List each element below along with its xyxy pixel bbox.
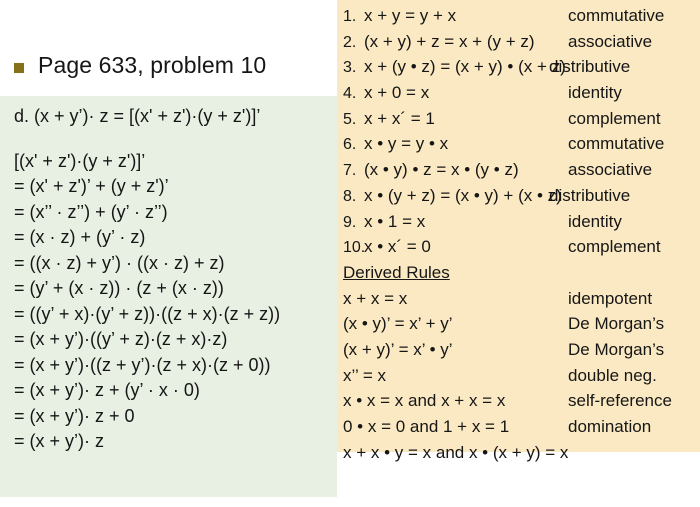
axiom-number: 1. [343, 8, 357, 25]
problem-statement: d. (x + y’)· z = [(x' + z')·(y + z')]’ [14, 106, 261, 126]
rules-reference-panel: 1. x + y = y + x commutative 2. (x + y) … [337, 0, 700, 462]
axiom-row: 1. x + y = y + x commutative [337, 3, 700, 29]
derived-rules-heading-label: Derived Rules [343, 262, 450, 282]
axiom-law-name: identity [568, 83, 622, 103]
axiom-law-name: distributive [549, 57, 631, 77]
derived-rule-row: (x • y)’ = x’ + y’ De Morgan’s [337, 311, 700, 337]
axiom-law-name: identity [568, 211, 622, 231]
axiom-expression: x • (y + z) = (x • y) + (x • z) [364, 185, 562, 205]
derivation-line: = (x · z) + (y’ · z) [14, 227, 146, 247]
derived-rule-name: De Morgan’s [568, 314, 665, 334]
axiom-law-name: distributive [549, 185, 631, 205]
worked-solution-panel: d. (x + y’)· z = [(x' + z')·(y + z')]’ [… [0, 96, 337, 497]
axiom-number: 3. [343, 59, 357, 77]
axiom-number: 6. [343, 136, 357, 154]
derived-rule-expression: x + x • y = x and x • (x + y) = x [343, 442, 569, 462]
derived-rules-heading: Derived Rules [337, 260, 700, 286]
axiom-number: 8. [343, 187, 357, 205]
axiom-row: 4. x + 0 = x identity [337, 80, 700, 106]
axiom-expression: x + (y • z) = (x + y) • (x + z) [364, 57, 566, 77]
axiom-number: 5. [343, 110, 357, 128]
derived-rule-expression: 0 • x = 0 and 1 + x = 1 [343, 417, 510, 436]
derived-rule-expression: (x + y)’ = x’ • y’ [343, 339, 453, 359]
axiom-row: 3. x + (y • z) = (x + y) • (x + z) distr… [337, 54, 700, 80]
axiom-law-name: complement [568, 237, 661, 257]
derived-rule-name: self-reference [568, 391, 672, 411]
axiom-row: 5. x + x´ = 1 complement [337, 106, 700, 132]
derived-rule-row: x + x • y = x and x • (x + y) = x [337, 440, 700, 466]
axiom-row: 6. x • y = y • x commutative [337, 131, 700, 157]
axiom-expression: x • x´ = 0 [364, 237, 431, 257]
axiom-number: 9. [343, 213, 357, 231]
axiom-row: 2. (x + y) + z = x + (y + z) associative [337, 29, 700, 55]
derived-rule-expression: x • x = x and x + x = x [343, 391, 506, 411]
axiom-law-name: associative [568, 160, 653, 180]
axiom-row: 9. x • 1 = x identity [337, 209, 700, 235]
derived-rule-name: De Morgan’s [568, 339, 665, 359]
derivation-line: = (x + y’)·((z + y’)·(z + x)·(z + 0)) [14, 354, 271, 375]
bullet-square-icon [14, 62, 24, 73]
derivation-line: = (x’’ · z’’) + (y’ · z’’) [14, 201, 168, 222]
derivation-line: = (x + y’)·((y’ + z)·(z + x)·z) [14, 329, 228, 349]
axiom-law-name: commutative [568, 6, 665, 25]
derived-rule-row: x’’ = x double neg. [337, 363, 700, 389]
axiom-expression: (x + y) + z = x + (y + z) [364, 31, 535, 51]
page-title: Page 633, problem 10 [14, 52, 266, 79]
axiom-expression: x • y = y • x [364, 134, 449, 154]
axiom-law-name: commutative [568, 134, 665, 154]
derived-rule-row: x • x = x and x + x = x self-reference [337, 388, 700, 414]
axiom-law-name: associative [568, 31, 653, 51]
derived-rule-expression: x’’ = x [343, 365, 386, 385]
derived-rule-name: double neg. [568, 365, 657, 385]
derived-rule-row: (x + y)’ = x’ • y’ De Morgan’s [337, 337, 700, 363]
axiom-expression: x + x´ = 1 [364, 108, 435, 128]
axiom-row: 8. x • (y + z) = (x • y) + (x • z) distr… [337, 183, 700, 209]
axiom-law-name: complement [568, 108, 661, 128]
derived-rule-name: domination [568, 417, 652, 436]
axiom-expression: x + y = y + x [364, 6, 457, 25]
page-title-label: Page 633, problem 10 [38, 52, 267, 78]
axiom-number: 2. [343, 33, 357, 51]
axiom-row: 10. x • x´ = 0 complement [337, 234, 700, 260]
derived-rule-row: x + x = x idempotent [337, 286, 700, 312]
derivation-line: = (x + y’)· z + (y’ · x · 0) [14, 380, 200, 400]
derived-rule-expression: x + x = x [343, 288, 408, 308]
axiom-number: 4. [343, 85, 357, 103]
axiom-number: 7. [343, 162, 357, 180]
axiom-row: 7. (x • y) • z = x • (y • z) associative [337, 157, 700, 183]
derived-rule-expression: (x • y)’ = x’ + y’ [343, 314, 453, 334]
derivation-line: = ((y’ + x)·(y’ + z))·((z + x)·(z + z)) [14, 303, 281, 324]
derived-rule-row: 0 • x = 0 and 1 + x = 1 domination [337, 414, 700, 440]
derived-rule-name: idempotent [568, 288, 653, 308]
derivation-line: = (x + y’)· z [14, 431, 105, 451]
axiom-number: 10. [343, 239, 366, 257]
axiom-expression: (x • y) • z = x • (y • z) [364, 160, 519, 180]
axiom-expression: x • 1 = x [364, 211, 426, 231]
derivation-line: = (x + y’)· z + 0 [14, 405, 135, 426]
axiom-expression: x + 0 = x [364, 83, 430, 103]
derivation-line: = (x' + z')’ + (y + z')’ [14, 176, 169, 196]
derivation-line: [(x' + z')·(y + z')]’ [14, 150, 146, 171]
derivation-line: = (y’ + (x · z)) · (z + (x · z)) [14, 278, 224, 298]
derivation-line: = ((x · z) + y’) · ((x · z) + z) [14, 252, 225, 273]
